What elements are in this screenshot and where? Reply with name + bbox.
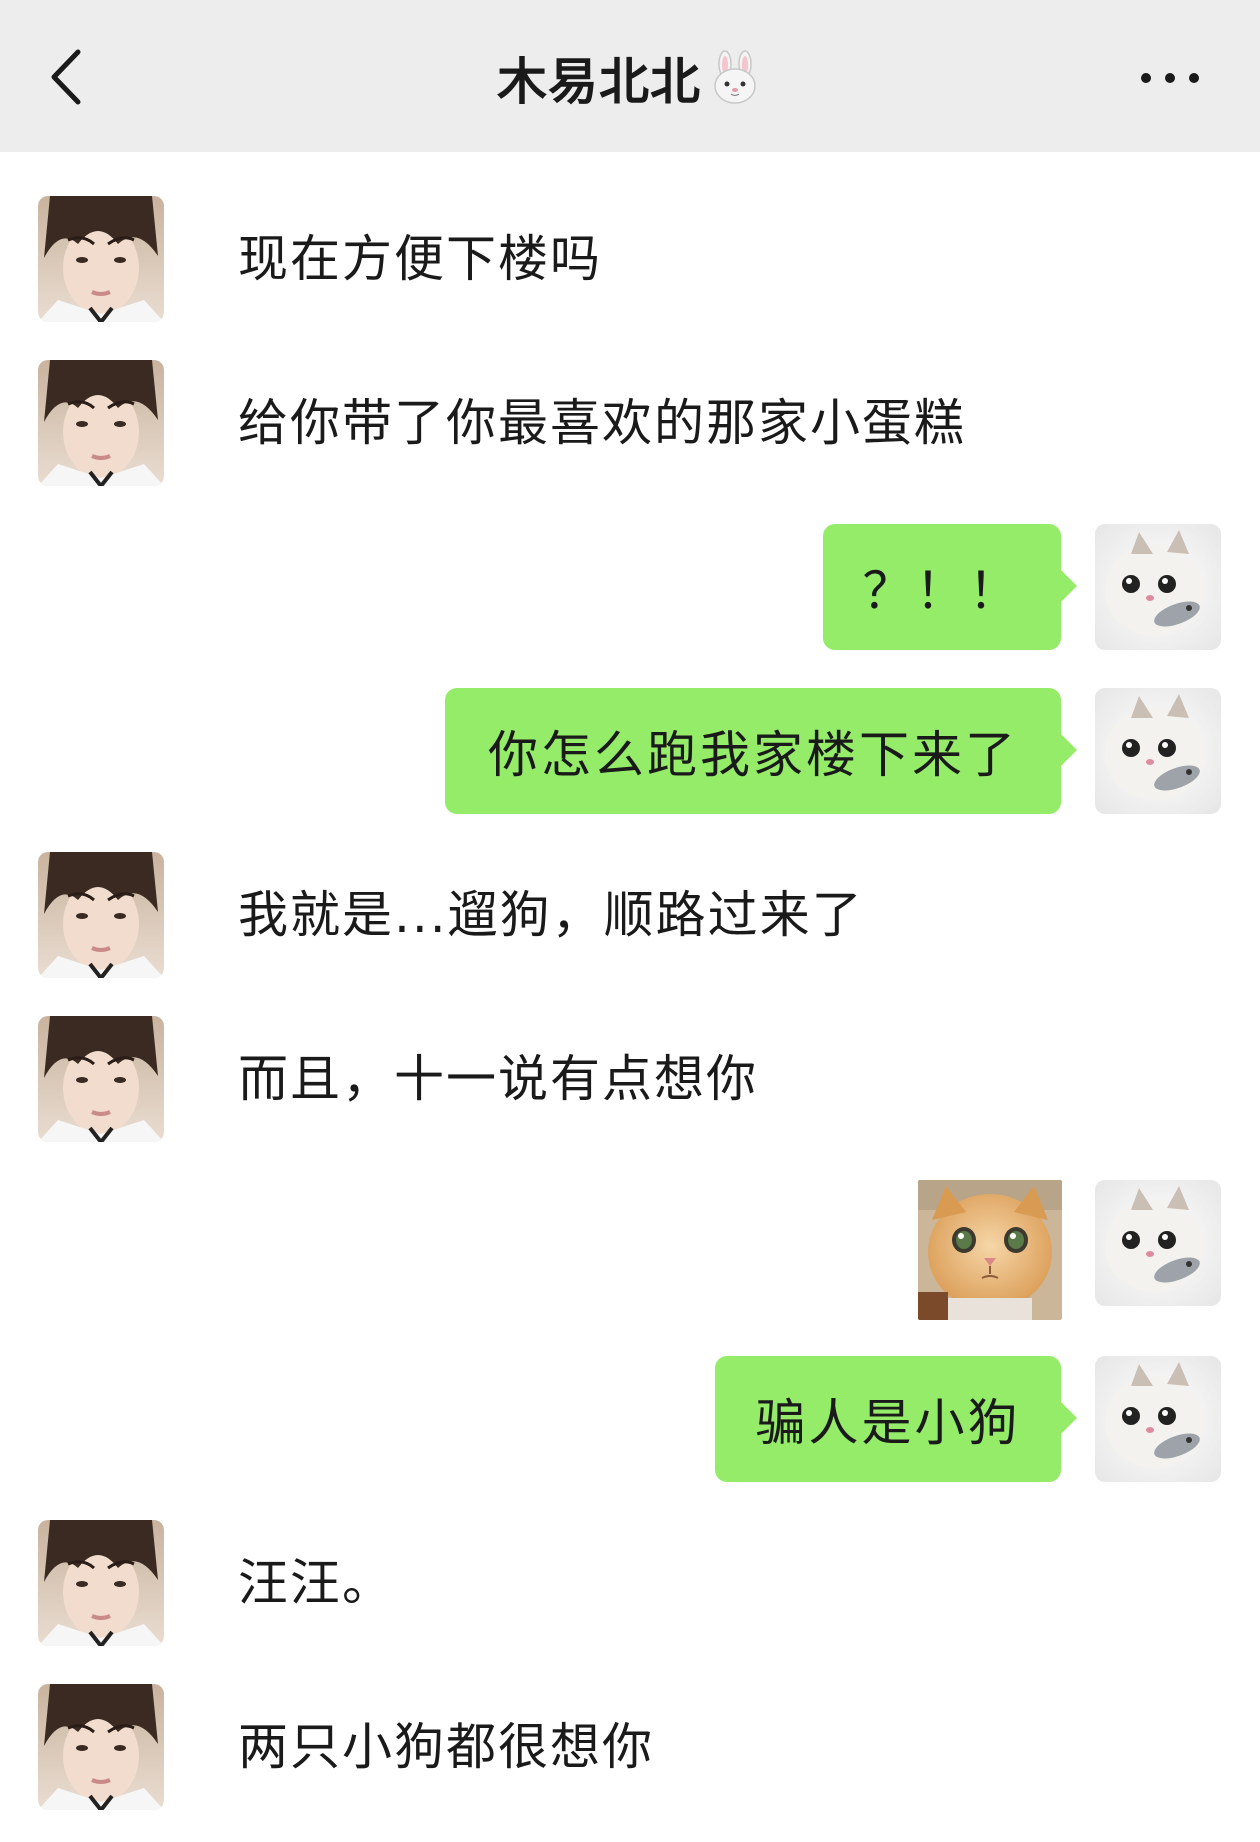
message-bubble[interactable]: 你怎么跑我家楼下来了 <box>445 688 1077 814</box>
avatar-self[interactable] <box>1095 1180 1221 1306</box>
more-options-button[interactable] <box>1130 58 1210 98</box>
chat-title-wrap: 木易北北 <box>0 38 1260 118</box>
message-text: 给你带了你最喜欢的那家小蛋糕 <box>238 394 966 452</box>
chat-title: 木易北北 <box>497 53 701 111</box>
message-text: 现在方便下楼吗 <box>238 230 602 288</box>
avatar-friend[interactable] <box>38 1684 164 1810</box>
avatar-friend[interactable] <box>38 1520 164 1646</box>
avatar-friend[interactable] <box>38 360 164 486</box>
chat-header: 木易北北 <box>0 0 1260 152</box>
avatar-friend[interactable] <box>38 196 164 322</box>
message-text: 汪汪。 <box>238 1554 394 1612</box>
message-text: 我就是...遛狗，顺路过来了 <box>238 886 864 944</box>
avatar-self[interactable] <box>1095 524 1221 650</box>
message-text: 两只小狗都很想你 <box>238 1718 654 1776</box>
avatar-friend[interactable] <box>38 852 164 978</box>
avatar-self[interactable] <box>1095 1356 1221 1482</box>
rabbit-face-icon <box>714 50 756 104</box>
message-bubble[interactable]: 骗人是小狗 <box>715 1356 1077 1482</box>
avatar-friend[interactable] <box>38 1016 164 1142</box>
avatar-self[interactable] <box>1095 688 1221 814</box>
message-text: 而且，十一说有点想你 <box>238 1050 758 1108</box>
orange-cat-sticker[interactable] <box>918 1180 1062 1320</box>
message-bubble[interactable]: ？！！ <box>823 524 1077 650</box>
ellipsis-icon <box>1141 73 1199 83</box>
